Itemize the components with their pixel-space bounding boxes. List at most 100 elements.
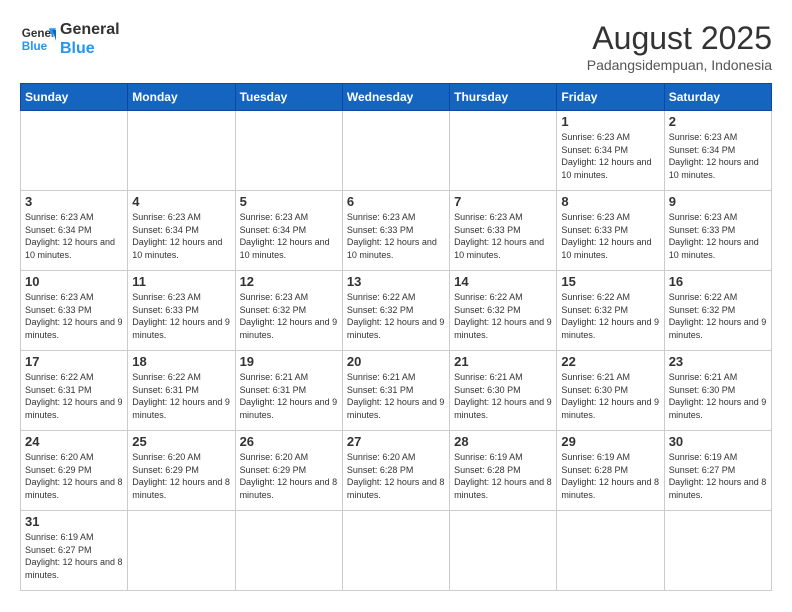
day-cell bbox=[450, 111, 557, 191]
day-info: Sunrise: 6:23 AM Sunset: 6:33 PM Dayligh… bbox=[561, 211, 659, 261]
day-cell: 25 Sunrise: 6:20 AM Sunset: 6:29 PM Dayli… bbox=[128, 431, 235, 511]
day-cell: 8 Sunrise: 6:23 AM Sunset: 6:33 PM Daylig… bbox=[557, 191, 664, 271]
day-number: 2 bbox=[669, 114, 767, 129]
day-number: 6 bbox=[347, 194, 445, 209]
day-info: Sunrise: 6:21 AM Sunset: 6:30 PM Dayligh… bbox=[454, 371, 552, 421]
day-cell: 9 Sunrise: 6:23 AM Sunset: 6:33 PM Daylig… bbox=[664, 191, 771, 271]
day-info: Sunrise: 6:23 AM Sunset: 6:34 PM Dayligh… bbox=[240, 211, 338, 261]
day-info: Sunrise: 6:22 AM Sunset: 6:32 PM Dayligh… bbox=[669, 291, 767, 341]
day-cell bbox=[450, 511, 557, 591]
weekday-header-saturday: Saturday bbox=[664, 84, 771, 111]
day-cell bbox=[342, 511, 449, 591]
month-year-title: August 2025 bbox=[587, 20, 772, 57]
day-number: 10 bbox=[25, 274, 123, 289]
day-number: 24 bbox=[25, 434, 123, 449]
day-number: 1 bbox=[561, 114, 659, 129]
day-info: Sunrise: 6:23 AM Sunset: 6:33 PM Dayligh… bbox=[347, 211, 445, 261]
day-cell bbox=[557, 511, 664, 591]
title-block: August 2025 Padangsidempuan, Indonesia bbox=[587, 20, 772, 73]
day-cell: 16Sunrise: 6:22 AM Sunset: 6:32 PM Dayli… bbox=[664, 271, 771, 351]
day-info: Sunrise: 6:23 AM Sunset: 6:33 PM Dayligh… bbox=[25, 291, 123, 341]
day-cell: 29 Sunrise: 6:19 AM Sunset: 6:28 PM Dayli… bbox=[557, 431, 664, 511]
day-number: 21 bbox=[454, 354, 552, 369]
day-number: 29 bbox=[561, 434, 659, 449]
day-number: 26 bbox=[240, 434, 338, 449]
weekday-header-monday: Monday bbox=[128, 84, 235, 111]
day-number: 7 bbox=[454, 194, 552, 209]
week-row-4: 24 Sunrise: 6:20 AM Sunset: 6:29 PM Dayli… bbox=[21, 431, 772, 511]
day-number: 12 bbox=[240, 274, 338, 289]
day-info: Sunrise: 6:19 AM Sunset: 6:28 PM Dayligh… bbox=[561, 451, 659, 501]
day-info: Sunrise: 6:23 AM Sunset: 6:33 PM Dayligh… bbox=[669, 211, 767, 261]
day-cell: 7 Sunrise: 6:23 AM Sunset: 6:33 PM Daylig… bbox=[450, 191, 557, 271]
day-cell bbox=[21, 111, 128, 191]
day-cell: 18 Sunrise: 6:22 AM Sunset: 6:31 PM Dayli… bbox=[128, 351, 235, 431]
weekday-header-tuesday: Tuesday bbox=[235, 84, 342, 111]
day-info: Sunrise: 6:21 AM Sunset: 6:31 PM Dayligh… bbox=[240, 371, 338, 421]
calendar-table: SundayMondayTuesdayWednesdayThursdayFrid… bbox=[20, 83, 772, 591]
week-row-5: 31Sunrise: 6:19 AM Sunset: 6:27 PM Dayli… bbox=[21, 511, 772, 591]
day-number: 9 bbox=[669, 194, 767, 209]
day-info: Sunrise: 6:23 AM Sunset: 6:33 PM Dayligh… bbox=[454, 211, 552, 261]
day-number: 22 bbox=[561, 354, 659, 369]
day-cell: 1 Sunrise: 6:23 AM Sunset: 6:34 PM Daylig… bbox=[557, 111, 664, 191]
day-number: 15 bbox=[561, 274, 659, 289]
day-cell: 21 Sunrise: 6:21 AM Sunset: 6:30 PM Dayli… bbox=[450, 351, 557, 431]
day-info: Sunrise: 6:23 AM Sunset: 6:34 PM Dayligh… bbox=[132, 211, 230, 261]
day-info: Sunrise: 6:23 AM Sunset: 6:32 PM Dayligh… bbox=[240, 291, 338, 341]
day-number: 4 bbox=[132, 194, 230, 209]
day-info: Sunrise: 6:20 AM Sunset: 6:29 PM Dayligh… bbox=[240, 451, 338, 501]
day-number: 30 bbox=[669, 434, 767, 449]
day-number: 25 bbox=[132, 434, 230, 449]
day-number: 20 bbox=[347, 354, 445, 369]
day-cell: 2Sunrise: 6:23 AM Sunset: 6:34 PM Daylig… bbox=[664, 111, 771, 191]
day-number: 3 bbox=[25, 194, 123, 209]
day-info: Sunrise: 6:19 AM Sunset: 6:27 PM Dayligh… bbox=[25, 531, 123, 581]
day-info: Sunrise: 6:23 AM Sunset: 6:33 PM Dayligh… bbox=[132, 291, 230, 341]
day-cell: 17 Sunrise: 6:22 AM Sunset: 6:31 PM Dayli… bbox=[21, 351, 128, 431]
day-cell: 12 Sunrise: 6:23 AM Sunset: 6:32 PM Dayli… bbox=[235, 271, 342, 351]
day-number: 8 bbox=[561, 194, 659, 209]
day-cell: 13Sunrise: 6:22 AM Sunset: 6:32 PM Dayli… bbox=[342, 271, 449, 351]
weekday-header-wednesday: Wednesday bbox=[342, 84, 449, 111]
day-number: 5 bbox=[240, 194, 338, 209]
day-cell: 27 Sunrise: 6:20 AM Sunset: 6:28 PM Dayli… bbox=[342, 431, 449, 511]
location-subtitle: Padangsidempuan, Indonesia bbox=[587, 57, 772, 73]
day-cell: 30Sunrise: 6:19 AM Sunset: 6:27 PM Dayli… bbox=[664, 431, 771, 511]
day-info: Sunrise: 6:23 AM Sunset: 6:34 PM Dayligh… bbox=[561, 131, 659, 181]
day-number: 18 bbox=[132, 354, 230, 369]
day-info: Sunrise: 6:20 AM Sunset: 6:28 PM Dayligh… bbox=[347, 451, 445, 501]
svg-text:Blue: Blue bbox=[22, 40, 48, 53]
day-cell: 6 Sunrise: 6:23 AM Sunset: 6:33 PM Daylig… bbox=[342, 191, 449, 271]
day-info: Sunrise: 6:22 AM Sunset: 6:31 PM Dayligh… bbox=[132, 371, 230, 421]
day-info: Sunrise: 6:21 AM Sunset: 6:30 PM Dayligh… bbox=[561, 371, 659, 421]
day-cell: 11 Sunrise: 6:23 AM Sunset: 6:33 PM Dayli… bbox=[128, 271, 235, 351]
day-cell bbox=[128, 111, 235, 191]
day-cell bbox=[342, 111, 449, 191]
day-info: Sunrise: 6:19 AM Sunset: 6:28 PM Dayligh… bbox=[454, 451, 552, 501]
day-number: 27 bbox=[347, 434, 445, 449]
day-info: Sunrise: 6:22 AM Sunset: 6:31 PM Dayligh… bbox=[25, 371, 123, 421]
day-cell: 31Sunrise: 6:19 AM Sunset: 6:27 PM Dayli… bbox=[21, 511, 128, 591]
day-number: 19 bbox=[240, 354, 338, 369]
day-number: 28 bbox=[454, 434, 552, 449]
day-number: 14 bbox=[454, 274, 552, 289]
day-number: 11 bbox=[132, 274, 230, 289]
day-cell: 20 Sunrise: 6:21 AM Sunset: 6:31 PM Dayli… bbox=[342, 351, 449, 431]
day-info: Sunrise: 6:21 AM Sunset: 6:30 PM Dayligh… bbox=[669, 371, 767, 421]
day-cell: 15 Sunrise: 6:22 AM Sunset: 6:32 PM Dayli… bbox=[557, 271, 664, 351]
page-header: General Blue General Blue August 2025 Pa… bbox=[20, 20, 772, 73]
day-cell: 10 Sunrise: 6:23 AM Sunset: 6:33 PM Dayli… bbox=[21, 271, 128, 351]
day-number: 13 bbox=[347, 274, 445, 289]
weekday-header-thursday: Thursday bbox=[450, 84, 557, 111]
logo: General Blue General Blue bbox=[20, 20, 120, 58]
day-number: 17 bbox=[25, 354, 123, 369]
day-cell: 4 Sunrise: 6:23 AM Sunset: 6:34 PM Daylig… bbox=[128, 191, 235, 271]
day-info: Sunrise: 6:20 AM Sunset: 6:29 PM Dayligh… bbox=[132, 451, 230, 501]
day-cell: 23Sunrise: 6:21 AM Sunset: 6:30 PM Dayli… bbox=[664, 351, 771, 431]
day-info: Sunrise: 6:21 AM Sunset: 6:31 PM Dayligh… bbox=[347, 371, 445, 421]
day-cell bbox=[128, 511, 235, 591]
day-info: Sunrise: 6:22 AM Sunset: 6:32 PM Dayligh… bbox=[561, 291, 659, 341]
day-info: Sunrise: 6:20 AM Sunset: 6:29 PM Dayligh… bbox=[25, 451, 123, 501]
day-info: Sunrise: 6:22 AM Sunset: 6:32 PM Dayligh… bbox=[454, 291, 552, 341]
